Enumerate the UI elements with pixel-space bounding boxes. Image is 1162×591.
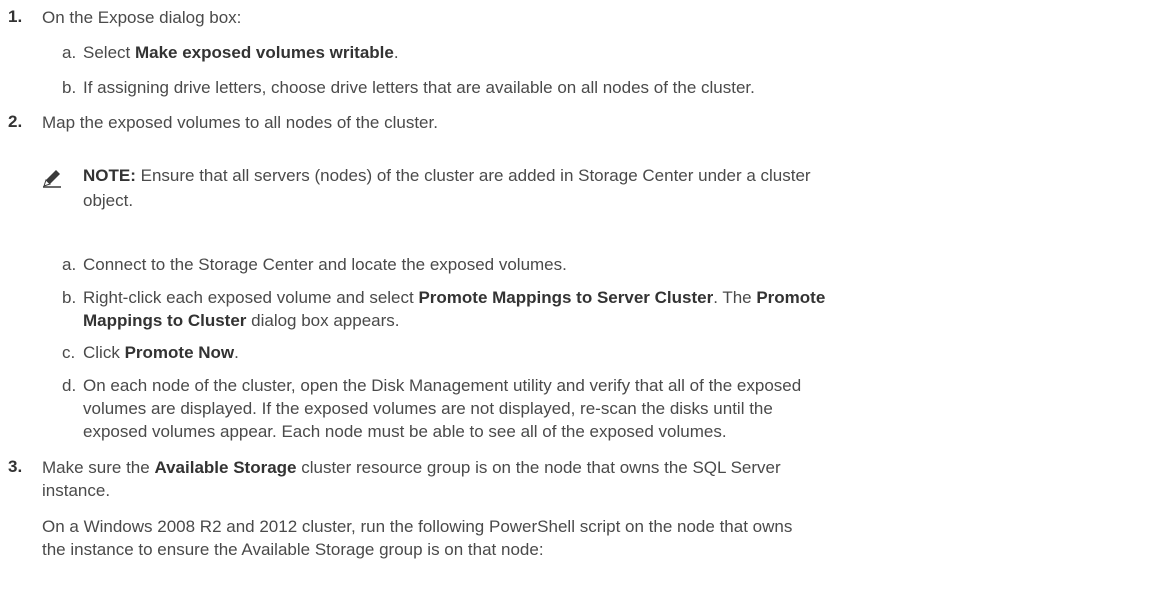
step-2c-text: Click Promote Now. <box>83 342 239 364</box>
step-2-text: Map the exposed volumes to all nodes of … <box>42 113 438 132</box>
step-2b-line-1: Right-click each exposed volume and sele… <box>83 287 825 309</box>
step-1a-pre: Select <box>83 43 135 62</box>
step-3-para-line-2: the instance to ensure the Available Sto… <box>42 540 544 559</box>
step-1a-text: Select Make exposed volumes writable. <box>83 42 399 64</box>
note-text-line-1: Ensure that all servers (nodes) of the c… <box>135 166 811 185</box>
step-2d-line-3: exposed volumes appear. Each node must b… <box>83 422 727 441</box>
step-3-line-1: Make sure the Available Storage cluster … <box>42 457 781 479</box>
step-2c-letter: c. <box>62 343 76 362</box>
step-2b-bold-2: Promote <box>756 288 826 307</box>
step-2c-post: . <box>234 343 239 362</box>
step-2-number: 2. <box>8 112 23 131</box>
step-1-number: 1. <box>8 7 23 26</box>
step-2b-pre: Right-click each exposed volume and sele… <box>83 288 419 307</box>
step-1a-bold: Make exposed volumes writable <box>134 43 394 62</box>
note-line-2: object. <box>83 191 134 210</box>
note-line-1: NOTE: Ensure that all servers (nodes) of… <box>83 165 811 187</box>
step-1a-letter: a. <box>62 43 77 62</box>
step-3-line-2: instance. <box>42 481 111 500</box>
step-2c-pre: Click <box>83 343 125 362</box>
note-label: NOTE: <box>83 166 136 185</box>
pencil-note-icon <box>43 170 61 188</box>
step-2b-line-2: Mappings to Cluster dialog box appears. <box>83 310 400 332</box>
step-2b-bold-1: Promote Mappings to Server Cluster <box>418 288 714 307</box>
step-2d-line-1: On each node of the cluster, open the Di… <box>83 376 802 395</box>
step-3-post: cluster resource group is on the node th… <box>296 458 781 477</box>
step-3-number: 3. <box>8 457 23 476</box>
step-2b-line2-post: dialog box appears. <box>246 311 400 330</box>
step-1-text: On the Expose dialog box: <box>42 8 242 27</box>
step-2b-mid: . The <box>713 288 757 307</box>
step-3-pre: Make sure the <box>42 458 155 477</box>
step-3-para-line-1: On a Windows 2008 R2 and 2012 cluster, r… <box>42 517 793 536</box>
step-2b-line2-bold: Mappings to Cluster <box>83 311 247 330</box>
step-2b-letter: b. <box>62 288 77 307</box>
step-2d-letter: d. <box>62 376 77 395</box>
step-2c-bold: Promote Now <box>124 343 235 362</box>
step-1a-post: . <box>393 43 399 62</box>
step-2d-line-2: volumes are displayed. If the exposed vo… <box>83 399 773 418</box>
step-2a-letter: a. <box>62 255 77 274</box>
step-1b-letter: b. <box>62 78 77 97</box>
step-3-bold: Available Storage <box>154 458 297 477</box>
step-2a-text: Connect to the Storage Center and locate… <box>83 255 567 274</box>
step-1b-text: If assigning drive letters, choose drive… <box>83 78 755 97</box>
